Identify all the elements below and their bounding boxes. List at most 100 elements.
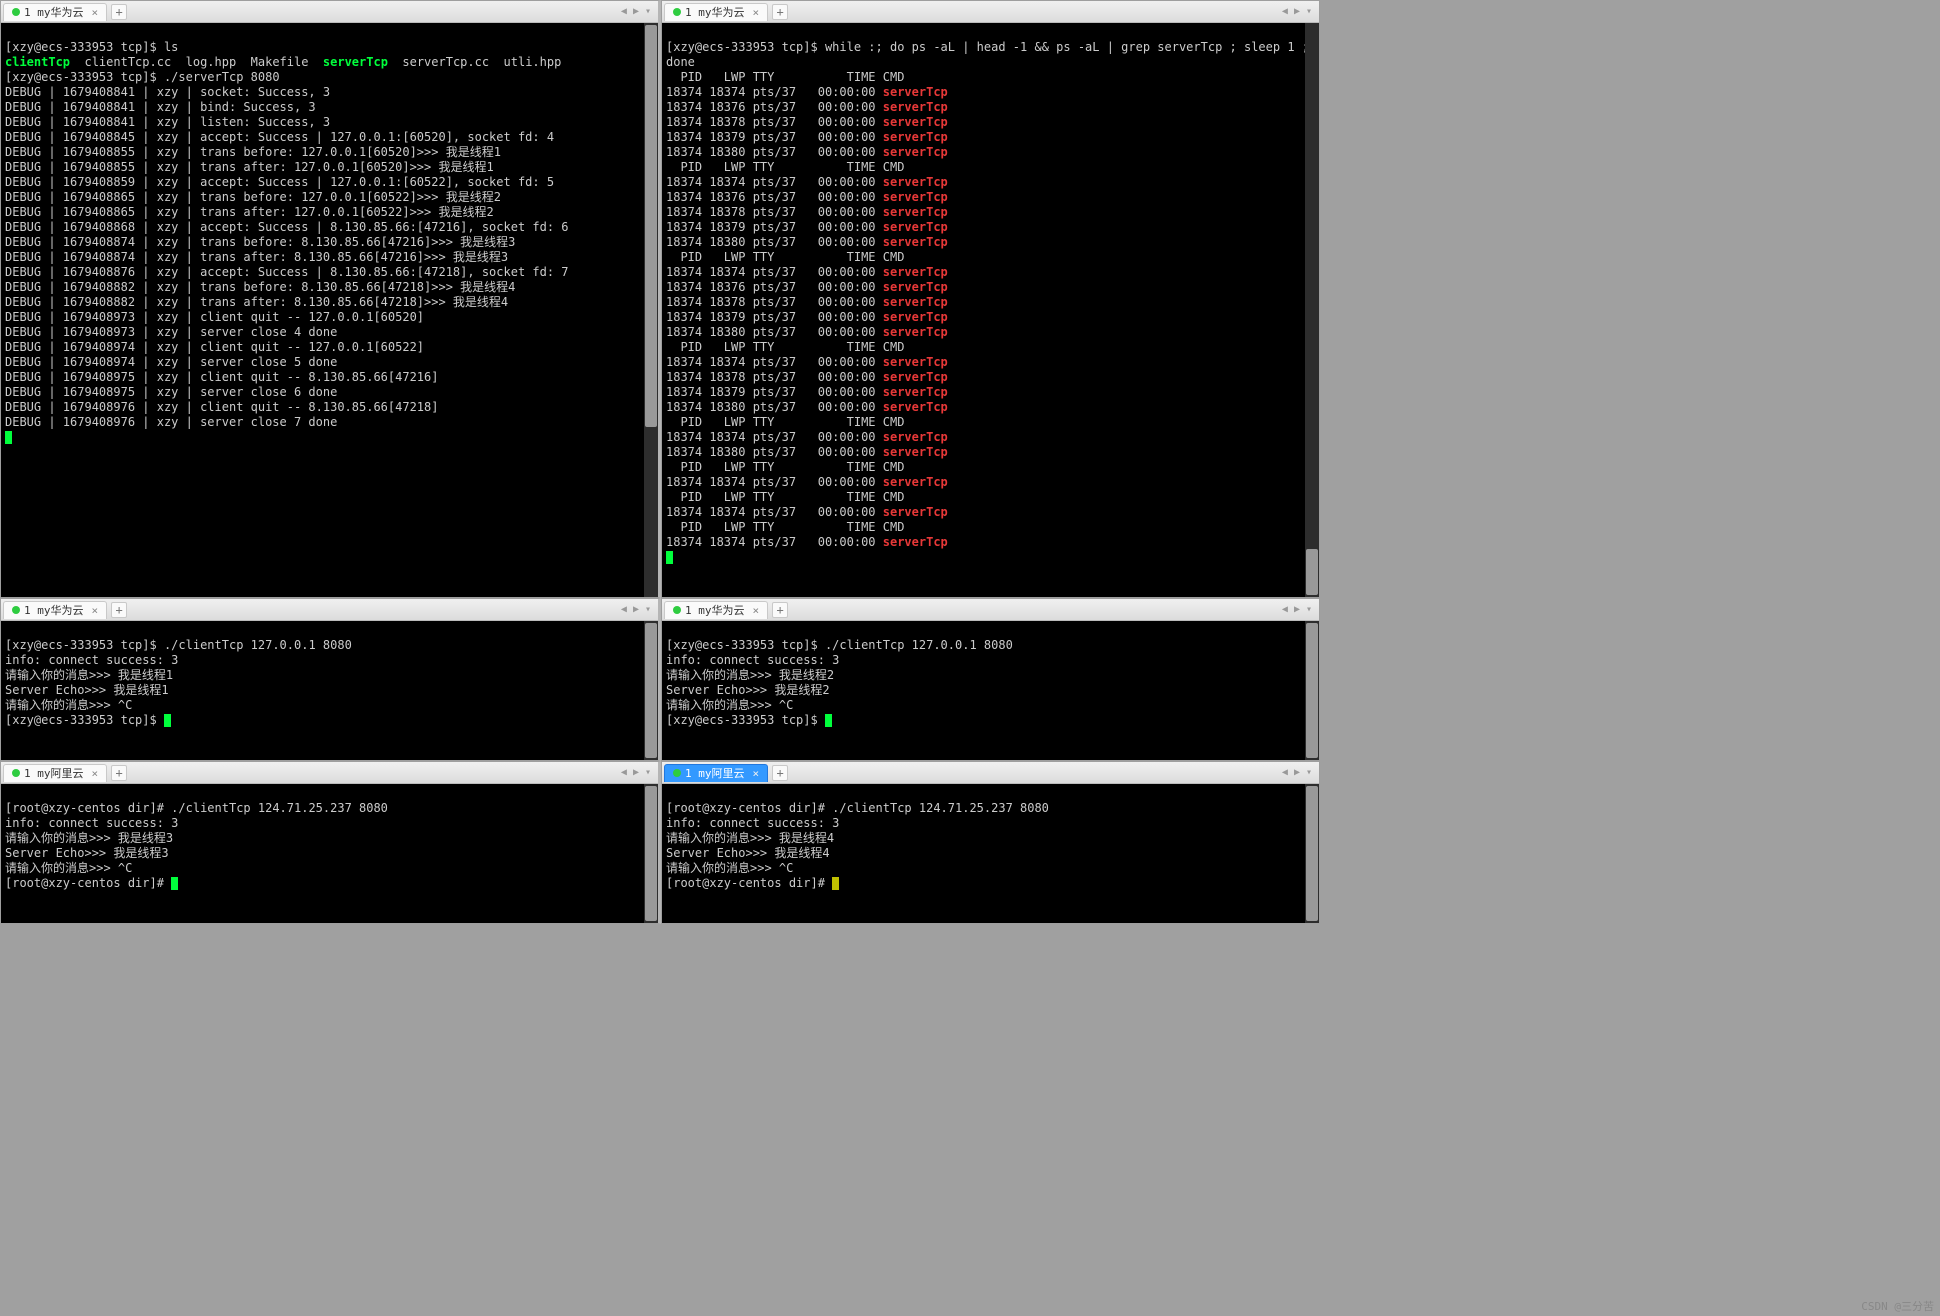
tabbar: 1 my华为云× + ◀▶▾ xyxy=(1,1,658,23)
ps-proc: serverTcp xyxy=(883,175,948,189)
tab-session[interactable]: 1 my华为云× xyxy=(3,601,107,619)
ps-row: 18374 18379 pts/37 00:00:00 xyxy=(666,130,883,144)
ps-proc: serverTcp xyxy=(883,310,948,324)
close-icon[interactable]: × xyxy=(92,767,99,780)
cursor-icon xyxy=(666,551,673,564)
ps-row: 18374 18378 pts/37 00:00:00 xyxy=(666,115,883,129)
prompt: [xzy@ecs-333953 tcp]$ xyxy=(5,70,164,84)
log-line: DEBUG | 1679408973 | xzy | server close … xyxy=(5,325,337,339)
tab-session[interactable]: 1 my华为云× xyxy=(3,3,107,21)
next-tab-icon[interactable]: ▶ xyxy=(631,6,641,17)
ps-header: PID LWP TTY TIME CMD xyxy=(666,70,904,84)
tab-list-icon[interactable]: ▾ xyxy=(643,6,653,17)
ps-row: 18374 18380 pts/37 00:00:00 xyxy=(666,235,883,249)
prev-tab-icon[interactable]: ◀ xyxy=(1280,767,1290,778)
cmd: ./clientTcp 124.71.25.237 8080 xyxy=(171,801,388,815)
log-line: DEBUG | 1679408859 | xzy | accept: Succe… xyxy=(5,175,554,189)
prev-tab-icon[interactable]: ◀ xyxy=(1280,604,1290,615)
ps-row: 18374 18374 pts/37 00:00:00 xyxy=(666,265,883,279)
tab-session[interactable]: 1 my阿里云× xyxy=(3,764,107,782)
ps-proc: serverTcp xyxy=(883,145,948,159)
cursor-icon xyxy=(832,877,839,890)
terminal[interactable]: [xzy@ecs-333953 tcp]$ ls clientTcp clien… xyxy=(1,23,658,597)
scrollbar[interactable] xyxy=(1305,23,1319,597)
log-line: DEBUG | 1679408868 | xzy | accept: Succe… xyxy=(5,220,569,234)
output: info: connect success: 3 xyxy=(666,816,839,830)
scrollbar[interactable] xyxy=(644,784,658,923)
tab-label: 1 my华为云 xyxy=(685,4,745,20)
tab-session[interactable]: 1 my华为云× xyxy=(664,601,768,619)
watermark: CSDN @三分苦 xyxy=(1861,1298,1934,1314)
ps-row: 18374 18379 pts/37 00:00:00 xyxy=(666,220,883,234)
tab-list-icon[interactable]: ▾ xyxy=(643,767,653,778)
tab-session[interactable]: 1 my阿里云× xyxy=(664,764,768,782)
tabbar: 1 my阿里云× + ◀▶▾ xyxy=(1,762,658,784)
log-line: DEBUG | 1679408855 | xzy | trans before:… xyxy=(5,145,501,159)
close-icon[interactable]: × xyxy=(753,604,760,617)
close-icon[interactable]: × xyxy=(92,6,99,19)
scrollbar[interactable] xyxy=(1305,784,1319,923)
add-tab-button[interactable]: + xyxy=(772,602,788,618)
tab-list-icon[interactable]: ▾ xyxy=(1304,767,1314,778)
tab-nav: ◀▶▾ xyxy=(1280,6,1317,17)
terminal[interactable]: [root@xzy-centos dir]# ./clientTcp 124.7… xyxy=(1,784,658,923)
add-tab-button[interactable]: + xyxy=(111,602,127,618)
ps-row: 18374 18380 pts/37 00:00:00 xyxy=(666,325,883,339)
ps-row: 18374 18374 pts/37 00:00:00 xyxy=(666,505,883,519)
scroll-thumb[interactable] xyxy=(1306,786,1318,921)
close-icon[interactable]: × xyxy=(92,604,99,617)
add-tab-button[interactable]: + xyxy=(111,4,127,20)
output: 请输入你的消息>>> 我是线程4 xyxy=(666,831,834,845)
prev-tab-icon[interactable]: ◀ xyxy=(619,604,629,615)
tab-session[interactable]: 1 my华为云 × xyxy=(664,3,768,21)
terminal[interactable]: [xzy@ecs-333953 tcp]$ while :; do ps -aL… xyxy=(662,23,1319,597)
ps-row: 18374 18376 pts/37 00:00:00 xyxy=(666,100,883,114)
close-icon[interactable]: × xyxy=(753,767,760,780)
scroll-thumb[interactable] xyxy=(1306,549,1318,595)
scroll-thumb[interactable] xyxy=(1306,623,1318,758)
cmd: ls xyxy=(164,40,178,54)
next-tab-icon[interactable]: ▶ xyxy=(631,767,641,778)
cmd: ./serverTcp 8080 xyxy=(164,70,280,84)
output: Server Echo>>> 我是线程4 xyxy=(666,846,830,860)
cursor-icon xyxy=(825,714,832,727)
ps-proc: serverTcp xyxy=(883,280,948,294)
close-icon[interactable]: × xyxy=(753,6,760,19)
ps-row: 18374 18380 pts/37 00:00:00 xyxy=(666,400,883,414)
output: Server Echo>>> 我是线程3 xyxy=(5,846,169,860)
prev-tab-icon[interactable]: ◀ xyxy=(1280,6,1290,17)
tab-list-icon[interactable]: ▾ xyxy=(1304,6,1314,17)
ps-proc: serverTcp xyxy=(883,355,948,369)
log-line: DEBUG | 1679408855 | xzy | trans after: … xyxy=(5,160,494,174)
log-line: DEBUG | 1679408882 | xzy | trans after: … xyxy=(5,295,508,309)
prev-tab-icon[interactable]: ◀ xyxy=(619,6,629,17)
output: 请输入你的消息>>> ^C xyxy=(5,861,132,875)
next-tab-icon[interactable]: ▶ xyxy=(1292,767,1302,778)
scrollbar[interactable] xyxy=(644,23,658,597)
terminal[interactable]: [root@xzy-centos dir]# ./clientTcp 124.7… xyxy=(662,784,1319,923)
scroll-thumb[interactable] xyxy=(645,623,657,758)
ps-proc: serverTcp xyxy=(883,385,948,399)
ps-header: PID LWP TTY TIME CMD xyxy=(666,160,904,174)
ps-row: 18374 18380 pts/37 00:00:00 xyxy=(666,145,883,159)
add-tab-button[interactable]: + xyxy=(772,765,788,781)
scrollbar[interactable] xyxy=(644,621,658,760)
next-tab-icon[interactable]: ▶ xyxy=(631,604,641,615)
scrollbar[interactable] xyxy=(1305,621,1319,760)
ps-row: 18374 18374 pts/37 00:00:00 xyxy=(666,535,883,549)
ps-proc: serverTcp xyxy=(883,265,948,279)
log-line: DEBUG | 1679408841 | xzy | socket: Succe… xyxy=(5,85,330,99)
ps-proc: serverTcp xyxy=(883,430,948,444)
tab-list-icon[interactable]: ▾ xyxy=(643,604,653,615)
scroll-thumb[interactable] xyxy=(645,25,657,427)
prev-tab-icon[interactable]: ◀ xyxy=(619,767,629,778)
tab-list-icon[interactable]: ▾ xyxy=(1304,604,1314,615)
add-tab-button[interactable]: + xyxy=(111,765,127,781)
terminal[interactable]: [xzy@ecs-333953 tcp]$ ./clientTcp 127.0.… xyxy=(662,621,1319,760)
terminal[interactable]: [xzy@ecs-333953 tcp]$ ./clientTcp 127.0.… xyxy=(1,621,658,760)
next-tab-icon[interactable]: ▶ xyxy=(1292,6,1302,17)
log-line: DEBUG | 1679408865 | xzy | trans after: … xyxy=(5,205,494,219)
scroll-thumb[interactable] xyxy=(645,786,657,921)
next-tab-icon[interactable]: ▶ xyxy=(1292,604,1302,615)
add-tab-button[interactable]: + xyxy=(772,4,788,20)
